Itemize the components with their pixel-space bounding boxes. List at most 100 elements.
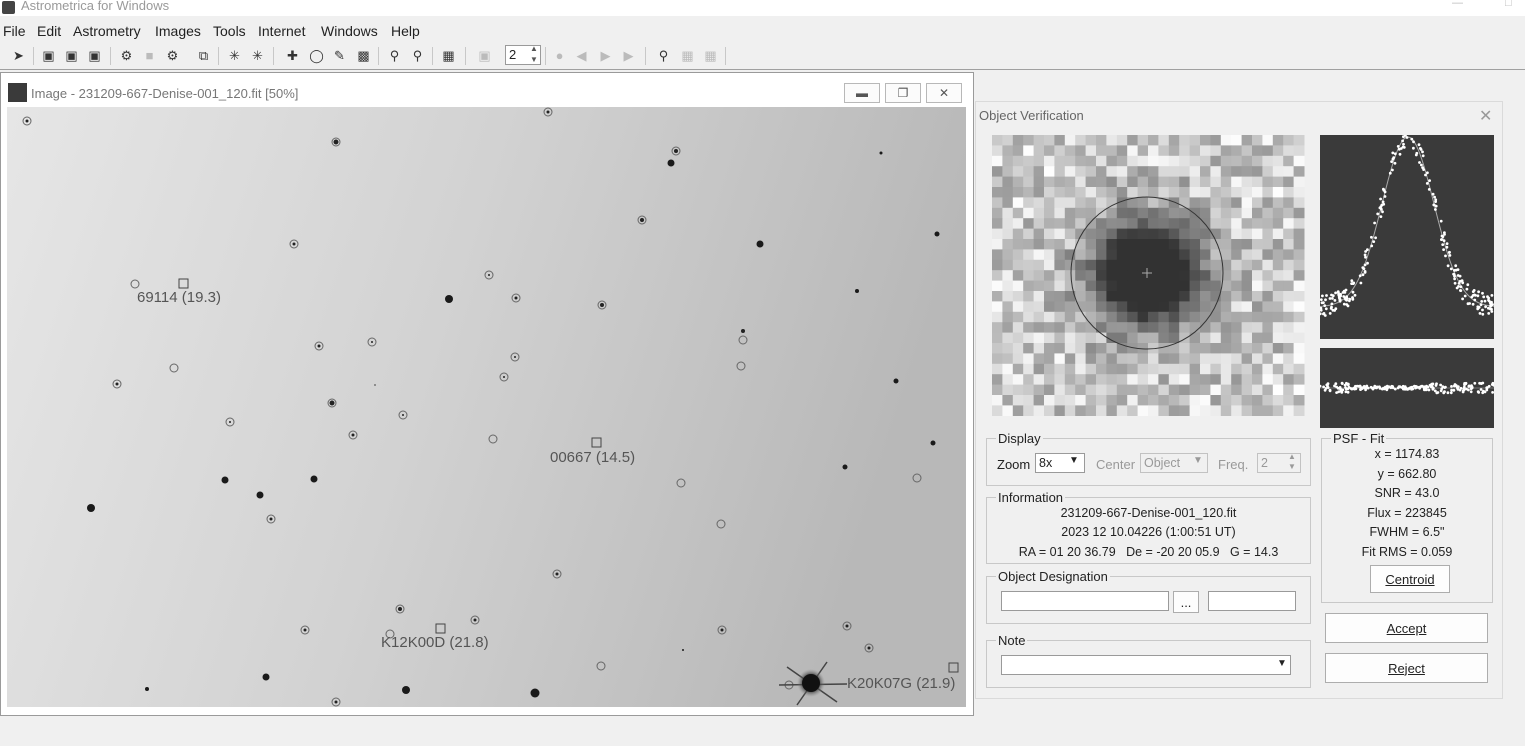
spin-down-icon[interactable]: ▼ xyxy=(1288,462,1296,471)
menu-internet[interactable]: Internet xyxy=(258,23,305,39)
chevron-down-icon: ▼ xyxy=(1069,455,1079,466)
menu-tools[interactable]: Tools xyxy=(213,23,246,39)
image-settings-icon[interactable]: ⚙ xyxy=(164,47,181,64)
note-select[interactable]: ▼ xyxy=(1001,655,1291,675)
dark-icon[interactable]: ▩ xyxy=(355,47,372,64)
edit-icon[interactable]: ✎ xyxy=(331,47,348,64)
menu-file[interactable]: File xyxy=(3,23,26,39)
note-group-label: Note xyxy=(996,633,1028,648)
grid-alt-icon[interactable]: ▦ xyxy=(702,47,719,64)
psf-fit-group: PSF - Fit x = 1174.83 y = 662.80 SNR = 4… xyxy=(1321,431,1493,603)
record-icon[interactable]: ● xyxy=(551,47,568,64)
maximize-icon[interactable]: □ xyxy=(1505,0,1512,9)
note-group: Note ▼ xyxy=(986,633,1311,688)
psf-flux: Flux = 223845 xyxy=(1367,506,1447,520)
zoom-label: Zoom xyxy=(997,457,1031,472)
zoomed-star-view[interactable] xyxy=(992,135,1305,416)
spin-up-icon[interactable]: ▲ xyxy=(530,44,538,53)
object-label-69114[interactable]: 69114 (19.3) xyxy=(137,289,221,306)
blink-frame-spinner[interactable]: 2 ▲ ▼ xyxy=(505,44,541,65)
star-remove-icon[interactable]: ✳ xyxy=(249,47,266,64)
telescope-icon[interactable]: ➤ xyxy=(10,47,27,64)
object-verification-panel: Object Verification ✕ Display Zoom 8x ▼ … xyxy=(975,101,1503,699)
zoom-out-icon[interactable]: ⚲ xyxy=(409,47,426,64)
app-title: Astrometrica for Windows xyxy=(21,0,170,13)
psf-y: y = 662.80 xyxy=(1377,467,1437,481)
psf-fit-rms: Fit RMS = 0.059 xyxy=(1361,545,1453,559)
accept-button[interactable]: Accept xyxy=(1325,613,1488,643)
zoom-select[interactable]: 8x ▼ xyxy=(1035,453,1085,473)
menu-windows[interactable]: Windows xyxy=(321,23,378,39)
minimize-icon: ▬ xyxy=(856,86,868,100)
menu-help[interactable]: Help xyxy=(391,23,420,39)
designation-input[interactable] xyxy=(1001,591,1169,611)
close-icon[interactable]: ✕ xyxy=(1479,106,1492,126)
display-group: Display Zoom 8x ▼ Center Object ▼ Freq. … xyxy=(986,431,1311,486)
zoom-in-icon[interactable]: ⚲ xyxy=(386,47,403,64)
blink-icon[interactable]: ▣ xyxy=(476,47,493,64)
info-datetime: 2023 12 10.04226 (1:00:51 UT) xyxy=(1061,525,1236,539)
play-icon[interactable]: ▶ xyxy=(597,47,614,64)
copy-icon[interactable]: ⧉ xyxy=(195,47,212,64)
freq-label: Freq. xyxy=(1218,457,1249,472)
star-icon[interactable]: ✳ xyxy=(226,47,243,64)
designation-input-2[interactable] xyxy=(1208,591,1296,611)
spin-down-icon[interactable]: ▼ xyxy=(530,55,538,64)
chevron-down-icon: ▼ xyxy=(1277,658,1287,669)
image-window-title: Image - 231209-667-Denise-001_120.fit [5… xyxy=(31,86,299,101)
designation-browse-button[interactable]: ... xyxy=(1173,591,1199,613)
menu-astrometry[interactable]: Astrometry xyxy=(73,23,141,39)
stack-icon[interactable]: ▦ xyxy=(440,47,457,64)
information-group: Information 231209-667-Denise-001_120.fi… xyxy=(986,490,1311,564)
toolbar: ➤ ▣ ▣ ▣ ⚙ ■ ⚙ ⧉ ✳ ✳ ✚ ◯ ✎ ▩ ⚲ ⚲ ▦ ▣ ● ◀ … xyxy=(0,43,1525,70)
centroid-button[interactable]: Centroid xyxy=(1370,565,1450,593)
image-restore-button[interactable]: ❐ xyxy=(885,83,921,103)
image-minimize-button[interactable]: ▬ xyxy=(844,83,880,103)
image-window: Image - 231209-667-Denise-001_120.fit [5… xyxy=(0,72,974,716)
freq-spinner[interactable]: 2 ▲ ▼ xyxy=(1257,452,1301,473)
psf-x: x = 1174.83 xyxy=(1374,447,1440,461)
app-logo-icon xyxy=(2,1,15,14)
image-window-icon xyxy=(8,83,27,102)
stop-icon[interactable]: ■ xyxy=(141,47,158,64)
info-filename: 231209-667-Denise-001_120.fit xyxy=(1060,506,1237,520)
close-icon: ✕ xyxy=(938,86,950,100)
open-all-icon[interactable]: ▣ xyxy=(86,47,103,64)
spin-up-icon[interactable]: ▲ xyxy=(1288,452,1296,461)
center-select[interactable]: Object ▼ xyxy=(1140,453,1208,473)
open-icon[interactable]: ▣ xyxy=(40,47,57,64)
forward-icon[interactable]: ▶ xyxy=(620,47,637,64)
center-label: Center xyxy=(1096,457,1136,472)
open-multiple-icon[interactable]: ▣ xyxy=(63,47,80,64)
search-icon[interactable]: ⚲ xyxy=(655,47,672,64)
psf-snr: SNR = 43.0 xyxy=(1374,486,1440,500)
back-icon[interactable]: ◀ xyxy=(573,47,590,64)
designation-group: Object Designation ... xyxy=(986,569,1311,624)
object-label-00667[interactable]: 00667 (14.5) xyxy=(550,449,635,466)
zoom-value: 8x xyxy=(1039,456,1053,470)
psf-profile-plot xyxy=(1320,135,1494,339)
psf-fwhm: FWHM = 6.5" xyxy=(1369,525,1445,539)
restore-icon: ❐ xyxy=(897,86,909,100)
reject-button[interactable]: Reject xyxy=(1325,653,1488,683)
psf-residual-plot xyxy=(1320,348,1494,428)
settings-icon[interactable]: ⚙ xyxy=(118,47,135,64)
information-group-label: Information xyxy=(996,490,1066,505)
freq-value: 2 xyxy=(1261,456,1268,470)
minimize-icon[interactable]: — xyxy=(1452,0,1463,9)
crosshair-icon[interactable]: ✚ xyxy=(284,47,301,64)
blink-frame-value: 2 xyxy=(509,47,517,62)
image-close-button[interactable]: ✕ xyxy=(926,83,962,103)
menu-edit[interactable]: Edit xyxy=(37,23,61,39)
circle-icon[interactable]: ◯ xyxy=(308,47,325,64)
star-field-image[interactable]: 69114 (19.3) 00667 (14.5) K12K00D (21.8)… xyxy=(7,107,966,707)
info-coordinates: RA = 01 20 36.79 De = -20 20 05.9 G = 14… xyxy=(1018,545,1279,559)
object-label-k20k07g[interactable]: K20K07G (21.9) xyxy=(847,675,955,692)
display-group-label: Display xyxy=(996,431,1043,446)
menu-bar: File Edit Astrometry Images Tools Intern… xyxy=(0,20,1525,42)
designation-group-label: Object Designation xyxy=(996,569,1110,584)
grid-icon[interactable]: ▦ xyxy=(679,47,696,64)
object-label-k12k00d[interactable]: K12K00D (21.8) xyxy=(381,634,489,651)
psf-fit-group-label: PSF - Fit xyxy=(1331,431,1387,446)
menu-images[interactable]: Images xyxy=(155,23,201,39)
